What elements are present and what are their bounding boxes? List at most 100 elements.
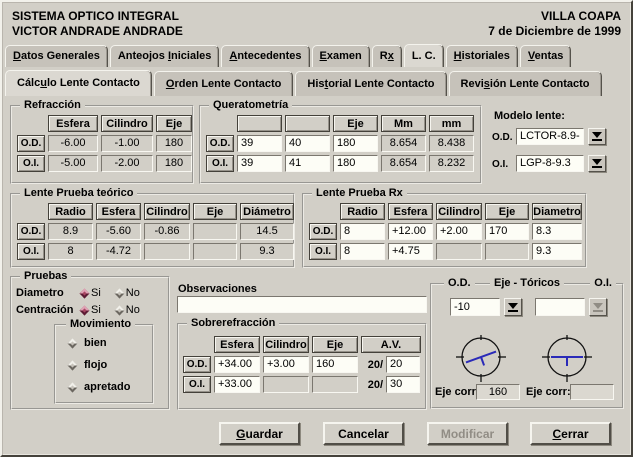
row-oi-button[interactable]: O.I. — [183, 376, 211, 393]
diametro-no-radio[interactable] — [114, 288, 124, 298]
rx-od-radio-input[interactable]: 8 — [340, 223, 385, 240]
apretado-radio[interactable] — [68, 382, 78, 392]
cancelar-button[interactable]: Cancelar — [323, 422, 404, 445]
table-row: O.I. +33.00 20/ 30 — [183, 376, 421, 393]
diametro-label: Diametro — [16, 287, 78, 299]
rx-oi-radio-input[interactable]: 8 — [340, 243, 385, 260]
rx-od-cilindro-input[interactable]: +2.00 — [436, 223, 482, 240]
modelo-od-dropdown-button[interactable] — [588, 128, 606, 145]
si-label[interactable]: Si — [91, 287, 101, 299]
quera-oi-eje-input[interactable]: 180 — [333, 155, 378, 172]
lente-prueba-rx-group: Lente Prueba Rx Radio Esfera Cilindro Ej… — [302, 193, 587, 268]
centracion-no-radio[interactable] — [114, 305, 124, 315]
col-radio: Radio — [340, 203, 385, 220]
modelo-od-combo-input[interactable]: LCTOR-8.9- — [516, 128, 584, 145]
tab-historiales[interactable]: Historiales — [446, 45, 518, 67]
quera-od-k2-input[interactable]: 40 — [285, 135, 330, 152]
row-oi-button[interactable]: O.I. — [206, 155, 234, 172]
teorico-oi-diametro: 9.3 — [240, 243, 294, 260]
row-od-button[interactable]: O.D. — [183, 356, 211, 373]
row-od-button[interactable]: O.D. — [206, 135, 234, 152]
bien-label[interactable]: bien — [84, 337, 107, 349]
flojo-radio[interactable] — [68, 360, 78, 370]
quera-oi-k1-input[interactable]: 39 — [237, 155, 282, 172]
od-eje-corr-value: 160 — [476, 384, 520, 400]
quera-od-k1-input[interactable]: 39 — [237, 135, 282, 152]
col-diametro: Diámetro — [240, 203, 294, 220]
tab-rx[interactable]: Rx — [372, 45, 402, 67]
diametro-si-radio[interactable] — [80, 288, 90, 298]
sobre-od-cilindro-input[interactable]: +3.00 — [263, 356, 309, 373]
centracion-si-radio[interactable] — [80, 305, 90, 315]
col-cilindro: Cilindro — [144, 203, 190, 220]
tab-datos-generales[interactable]: Datos Generales — [5, 45, 108, 67]
tab-antecedentes[interactable]: Antecedentes — [221, 45, 309, 67]
sobre-oi-esfera-input[interactable]: +33.00 — [214, 376, 260, 393]
si-label[interactable]: Si — [91, 304, 101, 316]
rx-oi-esfera-input[interactable]: +4.75 — [388, 243, 433, 260]
queratometria-title: Queratometría — [209, 99, 292, 111]
observaciones-input[interactable] — [177, 296, 427, 313]
toricos-oi-dropdown-button — [589, 298, 607, 316]
refraccion-oi-cilindro: -2.00 — [101, 155, 153, 172]
tab-ventas[interactable]: Ventas — [520, 45, 571, 67]
row-oi-button[interactable]: O.I. — [17, 243, 45, 260]
quera-od-eje-input[interactable]: 180 — [333, 135, 378, 152]
table-row: O.D. 8 +12.00 +2.00 170 8.3 — [309, 223, 582, 240]
row-oi-button[interactable]: O.I. — [309, 243, 337, 260]
rx-od-eje-input[interactable]: 170 — [485, 223, 529, 240]
tab-examen[interactable]: Examen — [312, 45, 370, 67]
col-cilindro: Cilindro — [436, 203, 482, 220]
rx-od-esfera-input[interactable]: +12.00 — [388, 223, 433, 240]
sobre-od-av-input[interactable]: 20 — [386, 356, 420, 373]
tab-historial-lente-contacto[interactable]: Historial Lente Contacto — [295, 71, 446, 96]
guardar-button[interactable]: Guardar — [219, 422, 300, 445]
row-oi-button[interactable]: O.I. — [17, 155, 45, 172]
row-od-button[interactable]: O.D. — [309, 223, 337, 240]
cerrar-button[interactable]: Cerrar — [530, 422, 611, 445]
quera-od-Mm: 8.654 — [381, 135, 426, 152]
queratometria-header-row: Eje Mm mm — [206, 115, 474, 132]
rx-oi-diametro-input[interactable]: 9.3 — [532, 243, 582, 260]
bien-radio[interactable] — [68, 338, 78, 348]
refraccion-title: Refracción — [20, 99, 85, 111]
toricos-od-dropdown-button[interactable] — [504, 298, 522, 316]
toricos-od-combo-input[interactable]: -10 — [450, 298, 500, 316]
tab-revision-lente-contacto[interactable]: Revisión Lente Contacto — [449, 71, 602, 96]
row-od-button[interactable]: O.D. — [17, 223, 45, 240]
oi-eje-corr-value — [570, 384, 614, 400]
dropdown-arrow-icon — [592, 132, 602, 138]
sobre-oi-av-input[interactable]: 30 — [386, 376, 420, 393]
no-label[interactable]: No — [126, 304, 140, 316]
modelo-oi-combo-input[interactable]: LGP-8-9.3 — [516, 155, 584, 172]
flojo-label[interactable]: flojo — [84, 359, 107, 371]
modelo-od-label: O.D. — [492, 132, 513, 143]
toricos-od-label: O.D. — [444, 277, 475, 289]
row-od-button[interactable]: O.D. — [17, 135, 45, 152]
tab-orden-lente-contacto[interactable]: Orden Lente Contacto — [154, 71, 294, 96]
quera-oi-mm: 8.232 — [429, 155, 474, 172]
sobre-od-eje-input[interactable]: 160 — [312, 356, 358, 373]
tab-calculo-lente-contacto[interactable]: Cálculo Lente Contacto — [5, 70, 152, 96]
od-axis-dial — [455, 331, 507, 383]
toricos-oi-combo-input — [535, 298, 585, 316]
table-row: O.I. 8 +4.75 9.3 — [309, 243, 582, 260]
col-esfera: Esfera — [388, 203, 433, 220]
observaciones-label: Observaciones — [178, 283, 257, 295]
toricos-oi-label: O.I. — [590, 277, 616, 289]
quera-oi-k2-input[interactable]: 41 — [285, 155, 330, 172]
sobre-od-esfera-input[interactable]: +34.00 — [214, 356, 260, 373]
col-esfera: Esfera — [214, 336, 260, 353]
tab-anteojos-iniciales[interactable]: Anteojos Iniciales — [110, 45, 220, 67]
no-label[interactable]: No — [126, 287, 140, 299]
rx-od-diametro-input[interactable]: 8.3 — [532, 223, 582, 240]
branch-name: VILLA COAPA — [488, 9, 621, 24]
col-av: A.V. — [361, 336, 421, 353]
oi-dial-needle — [551, 357, 583, 366]
table-row: O.I. 39 41 180 8.654 8.232 — [206, 155, 474, 172]
apretado-label[interactable]: apretado — [84, 381, 130, 393]
col-esfera: Esfera — [48, 115, 98, 132]
teorico-od-radio: 8.9 — [48, 223, 93, 240]
modelo-oi-dropdown-button[interactable] — [588, 155, 606, 172]
tab-lc[interactable]: L. C. — [404, 44, 444, 67]
